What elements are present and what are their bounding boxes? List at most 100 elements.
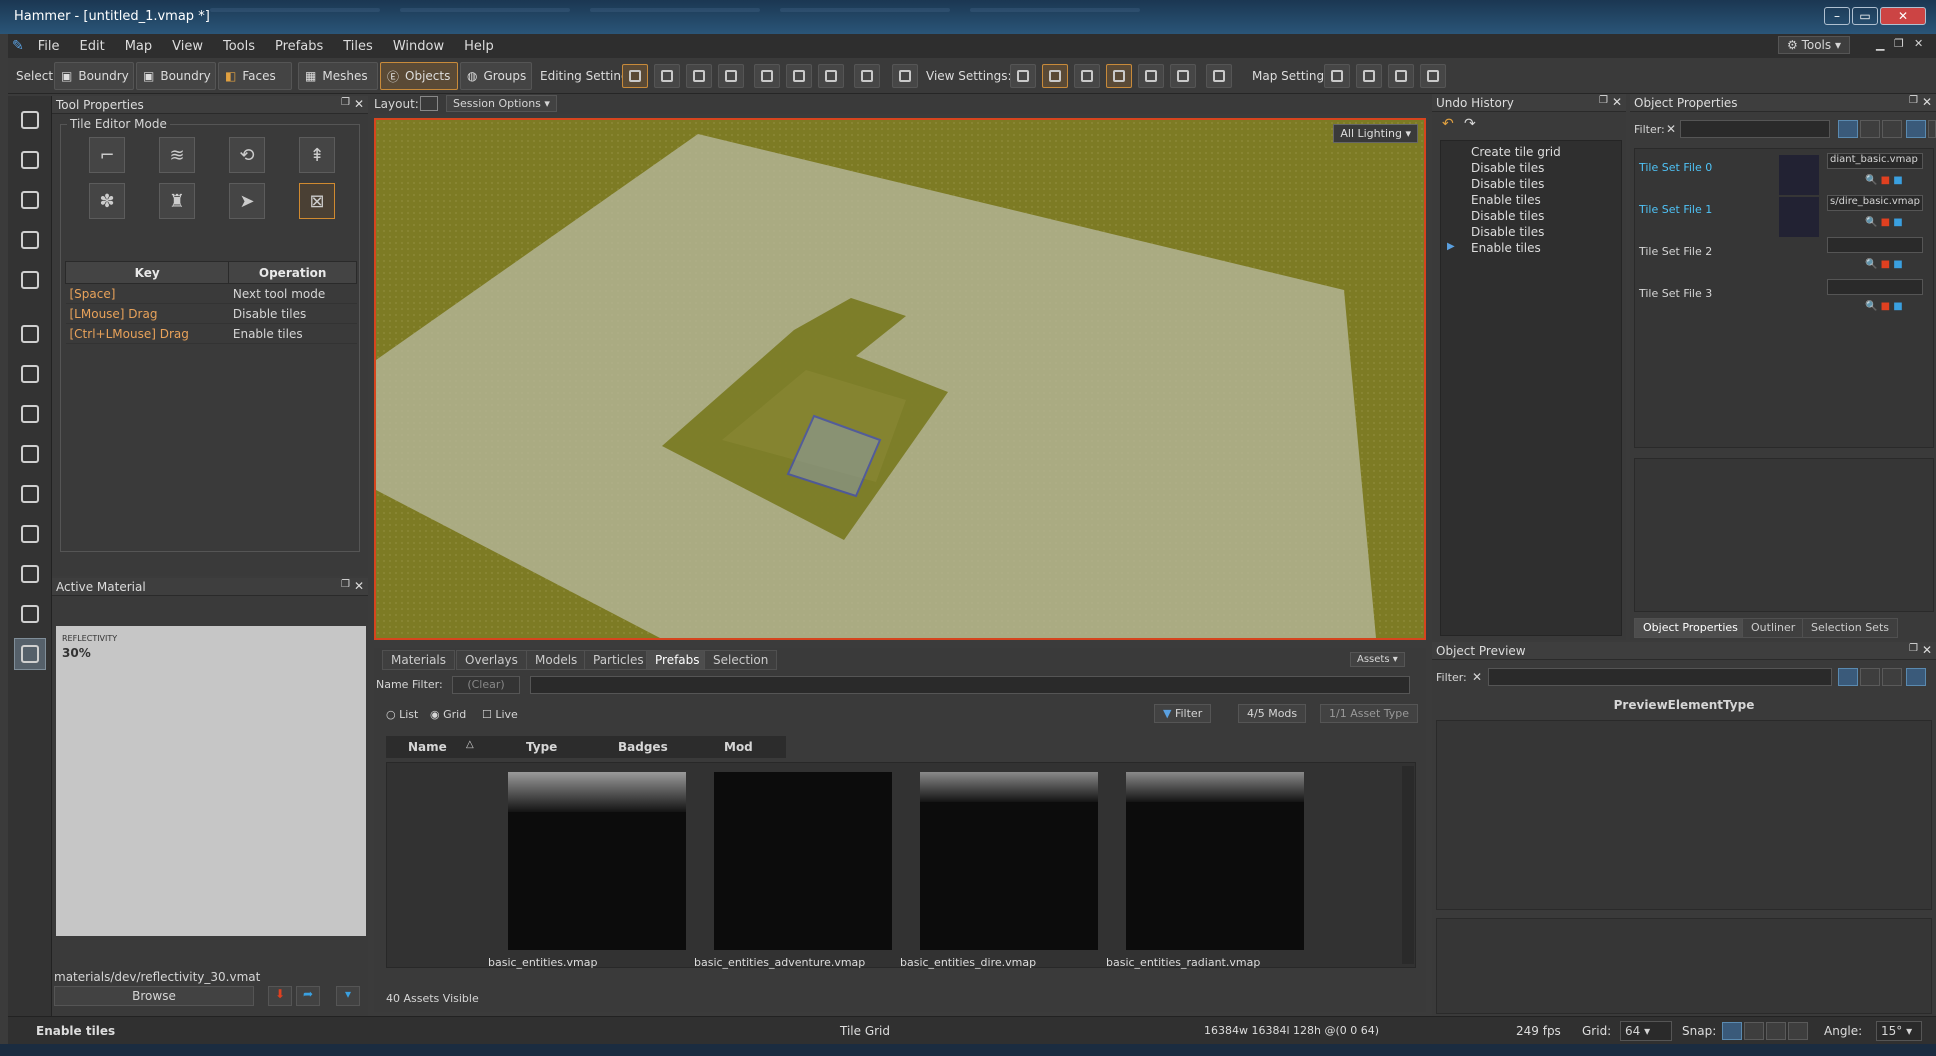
float-icon[interactable]: ❐: [341, 97, 350, 108]
list-item[interactable]: Enable tiles: [1471, 193, 1541, 207]
redo-icon[interactable]: ↷: [1464, 116, 1476, 132]
list-item[interactable]: Disable tiles: [1471, 161, 1544, 175]
undo-icon[interactable]: ↶: [1442, 116, 1454, 132]
scale-tool-icon[interactable]: [14, 224, 46, 256]
grid-view-icon[interactable]: [1170, 64, 1196, 88]
view-grid-radio[interactable]: ◉ Grid: [430, 708, 466, 721]
menu-window[interactable]: Window: [383, 39, 454, 54]
tools-dropdown[interactable]: ⚙ Tools ▾: [1778, 36, 1850, 54]
pointer-tool-icon[interactable]: [14, 104, 46, 136]
csg-icon[interactable]: [754, 64, 780, 88]
view-list-icon[interactable]: [1838, 668, 1858, 686]
asset-name[interactable]: basic_entities.vmap: [488, 956, 597, 969]
person-icon[interactable]: [1906, 120, 1926, 138]
menu-view[interactable]: View: [162, 39, 213, 54]
maximize-icon[interactable]: ▭: [1852, 7, 1878, 25]
run-icon[interactable]: [1138, 64, 1164, 88]
snap-vertex-icon[interactable]: [1744, 1022, 1764, 1040]
gamepad-icon[interactable]: [892, 64, 918, 88]
list-item[interactable]: Disable tiles: [1471, 225, 1544, 239]
menu-tools[interactable]: Tools: [213, 39, 265, 54]
rotate-tool-icon[interactable]: [14, 184, 46, 216]
float-icon[interactable]: ❐: [1599, 95, 1608, 106]
pivot-tool-icon[interactable]: [14, 264, 46, 296]
tile-path-icon[interactable]: ⌐: [89, 137, 125, 173]
snap-grid-icon[interactable]: [1722, 1022, 1742, 1040]
menu-help[interactable]: Help: [454, 39, 504, 54]
asset-thumbnail[interactable]: [508, 772, 686, 950]
asset-name[interactable]: basic_entities_dire.vmap: [900, 956, 1036, 969]
tile-set-0-actions[interactable]: 🔍 ■ ■: [1865, 175, 1903, 186]
col-type[interactable]: Type: [526, 740, 557, 754]
select-objects-button[interactable]: Ⓔ Objects: [380, 62, 458, 90]
browse-button[interactable]: Browse: [54, 986, 254, 1006]
asset-scrollbar[interactable]: [1402, 766, 1414, 964]
tab-object-properties[interactable]: Object Properties: [1634, 618, 1747, 638]
ruler-icon[interactable]: [686, 64, 712, 88]
tab-overlays[interactable]: Overlays: [456, 650, 527, 670]
overlay-tool-icon[interactable]: [14, 558, 46, 590]
object-filter-input[interactable]: [1680, 120, 1830, 138]
close-icon[interactable]: ✕: [1922, 643, 1932, 657]
list-item[interactable]: Enable tiles: [1471, 241, 1541, 255]
name-filter-input[interactable]: [530, 676, 1410, 694]
compile-icon[interactable]: [1420, 64, 1446, 88]
col-badges[interactable]: Badges: [618, 740, 668, 754]
light-icon[interactable]: [1010, 64, 1036, 88]
3d-viewport[interactable]: All Lighting ▾: [374, 118, 1426, 640]
cube-view-icon[interactable]: [1106, 64, 1132, 88]
view-details-icon[interactable]: [1860, 668, 1880, 686]
float-icon[interactable]: ❐: [1909, 643, 1918, 654]
axis-icon[interactable]: [654, 64, 680, 88]
csg-2-icon[interactable]: [786, 64, 812, 88]
view-list-radio[interactable]: ○ List: [386, 708, 418, 721]
close-icon[interactable]: ✕: [1880, 7, 1926, 25]
asset-type-button[interactable]: 1/1 Asset Type: [1320, 704, 1419, 723]
view-tree-icon[interactable]: [1882, 120, 1902, 138]
lighting-dropdown[interactable]: All Lighting ▾: [1333, 124, 1418, 143]
float-icon[interactable]: ❐: [341, 579, 350, 590]
list-item[interactable]: Disable tiles: [1471, 209, 1544, 223]
close-icon[interactable]: ✕: [1922, 95, 1932, 109]
view-list-icon[interactable]: [1838, 120, 1858, 138]
tile-set-2-value[interactable]: [1827, 237, 1923, 253]
person-icon[interactable]: [1906, 668, 1926, 686]
tile-disable-icon[interactable]: ⊠: [299, 183, 335, 219]
asset-thumbnail[interactable]: [714, 772, 892, 950]
tab-models[interactable]: Models: [526, 650, 587, 670]
pivot-icon[interactable]: [718, 64, 744, 88]
paint-tool-icon[interactable]: [14, 518, 46, 550]
tile-tool-icon[interactable]: [14, 638, 46, 670]
tile-set-1-actions[interactable]: 🔍 ■ ■: [1865, 217, 1903, 228]
menu-map[interactable]: Map: [115, 39, 162, 54]
tab-selection-sets[interactable]: Selection Sets: [1802, 618, 1898, 638]
hatch-icon[interactable]: [1356, 64, 1382, 88]
session-options-dropdown[interactable]: Session Options ▾: [446, 95, 557, 112]
minimize-icon[interactable]: –: [1824, 7, 1850, 25]
clear-filter-icon[interactable]: ✕: [1472, 670, 1482, 684]
tab-selection[interactable]: Selection: [704, 650, 778, 670]
tab-outliner[interactable]: Outliner: [1742, 618, 1805, 638]
material-preview[interactable]: REFLECTIVITY 30%: [56, 626, 366, 936]
light-tool-icon[interactable]: [14, 318, 46, 350]
move-tool-icon[interactable]: [14, 144, 46, 176]
dropdown-icon[interactable]: ▾: [336, 986, 360, 1006]
tile-statue-icon[interactable]: ♜: [159, 183, 195, 219]
filter-button[interactable]: ▼ Filter: [1154, 704, 1212, 723]
clip-tool-icon[interactable]: [14, 398, 46, 430]
menu-file[interactable]: File: [28, 39, 70, 54]
asset-name[interactable]: basic_entities_radiant.vmap: [1106, 956, 1260, 969]
select-meshes-button[interactable]: ▦ Meshes: [298, 62, 378, 90]
float-icon[interactable]: ❐: [1909, 95, 1918, 106]
select-boundry-2-button[interactable]: ▣ Boundry: [136, 62, 216, 90]
vertex-tool-icon[interactable]: [14, 438, 46, 470]
fog-icon[interactable]: [1074, 64, 1100, 88]
tab-materials[interactable]: Materials: [382, 650, 456, 670]
tile-tree-icon[interactable]: ⇞: [299, 137, 335, 173]
mods-button[interactable]: 4/5 Mods: [1238, 704, 1307, 723]
menu-edit[interactable]: Edit: [70, 39, 115, 54]
share-icon[interactable]: ➦: [296, 986, 320, 1006]
list-item[interactable]: Disable tiles: [1471, 177, 1544, 191]
asset-thumbnail[interactable]: [1126, 772, 1304, 950]
snap-other-icon[interactable]: [1788, 1022, 1808, 1040]
